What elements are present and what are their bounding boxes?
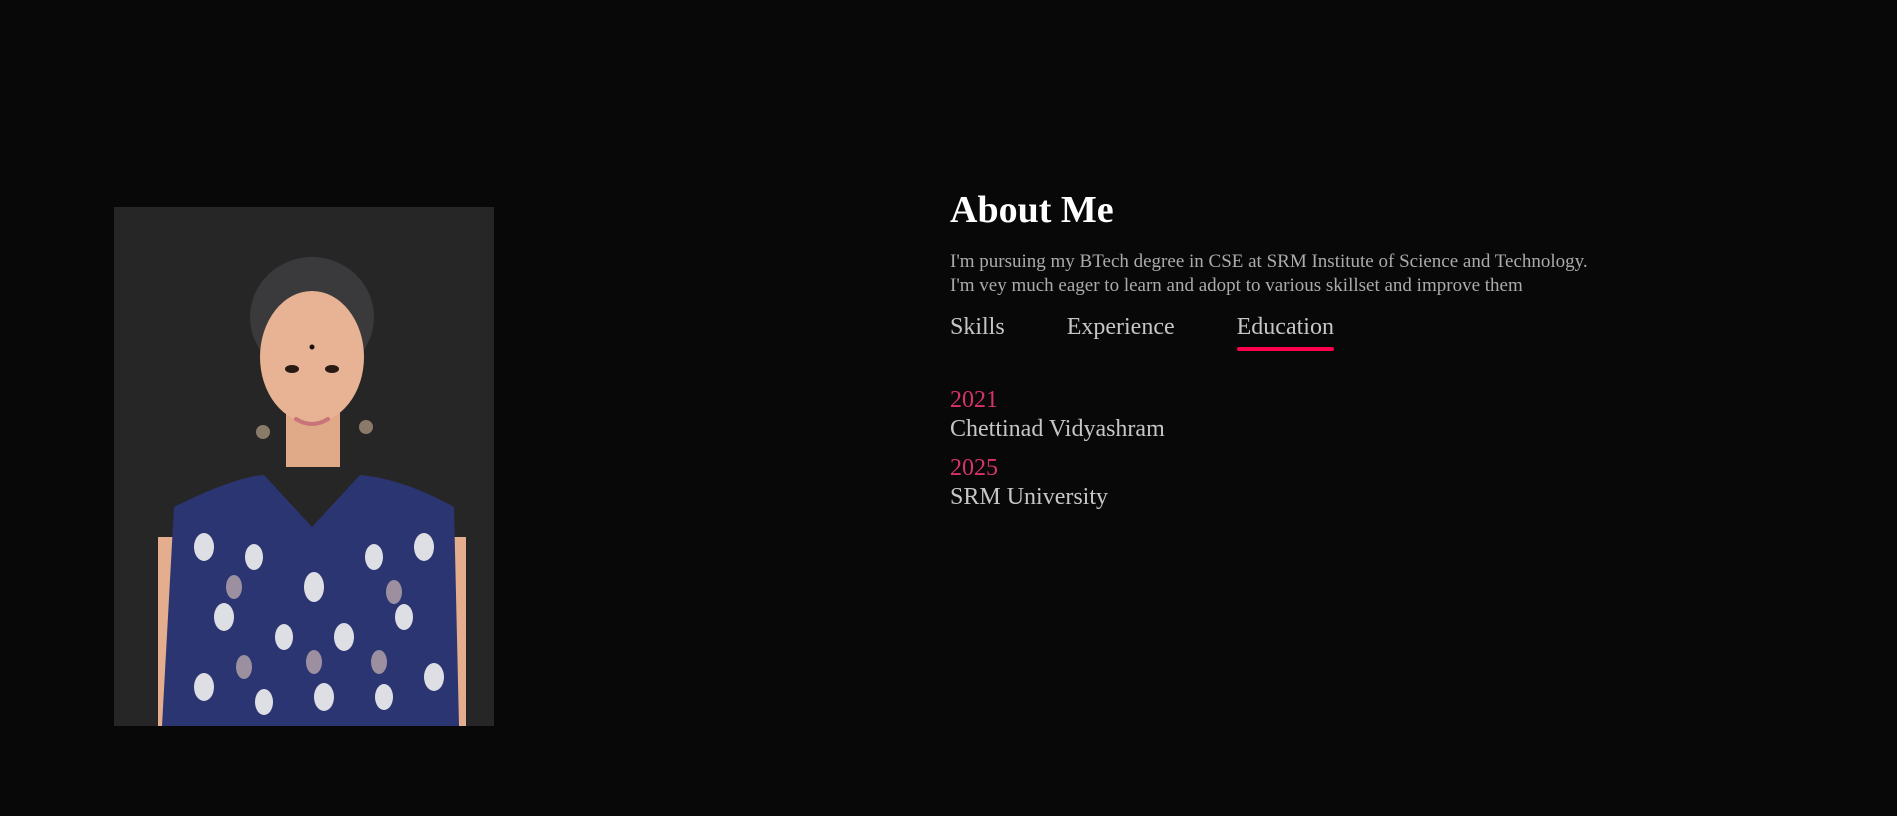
portrait-icon (114, 207, 494, 726)
tab-education[interactable]: Education (1236, 312, 1335, 351)
list-item: 2025 SRM University (950, 454, 1770, 512)
about-section: About Me I'm pursuing my BTech degree in… (0, 0, 1897, 816)
tab-skills[interactable]: Skills (950, 312, 1005, 348)
about-description-line: I'm vey much eager to learn and adopt to… (950, 275, 1523, 296)
about-title: About Me (950, 189, 1114, 231)
education-school: SRM University (950, 484, 1109, 510)
about-content: About Me I'm pursuing my BTech degree in… (950, 186, 1770, 522)
education-year: 2021 (950, 387, 998, 413)
tab-bar: Skills Experience Education (950, 312, 1770, 351)
tab-experience[interactable]: Experience (1067, 312, 1175, 348)
about-description-line: I'm pursuing my BTech degree in CSE at S… (950, 251, 1588, 272)
education-year: 2025 (950, 455, 998, 481)
education-school: Chettinad Vidyashram (950, 416, 1165, 442)
list-item: 2021 Chettinad Vidyashram (950, 386, 1770, 444)
profile-photo (114, 207, 494, 726)
education-list: 2021 Chettinad Vidyashram 2025 SRM Unive… (950, 386, 1770, 512)
about-description: I'm pursuing my BTech degree in CSE at S… (950, 250, 1770, 298)
